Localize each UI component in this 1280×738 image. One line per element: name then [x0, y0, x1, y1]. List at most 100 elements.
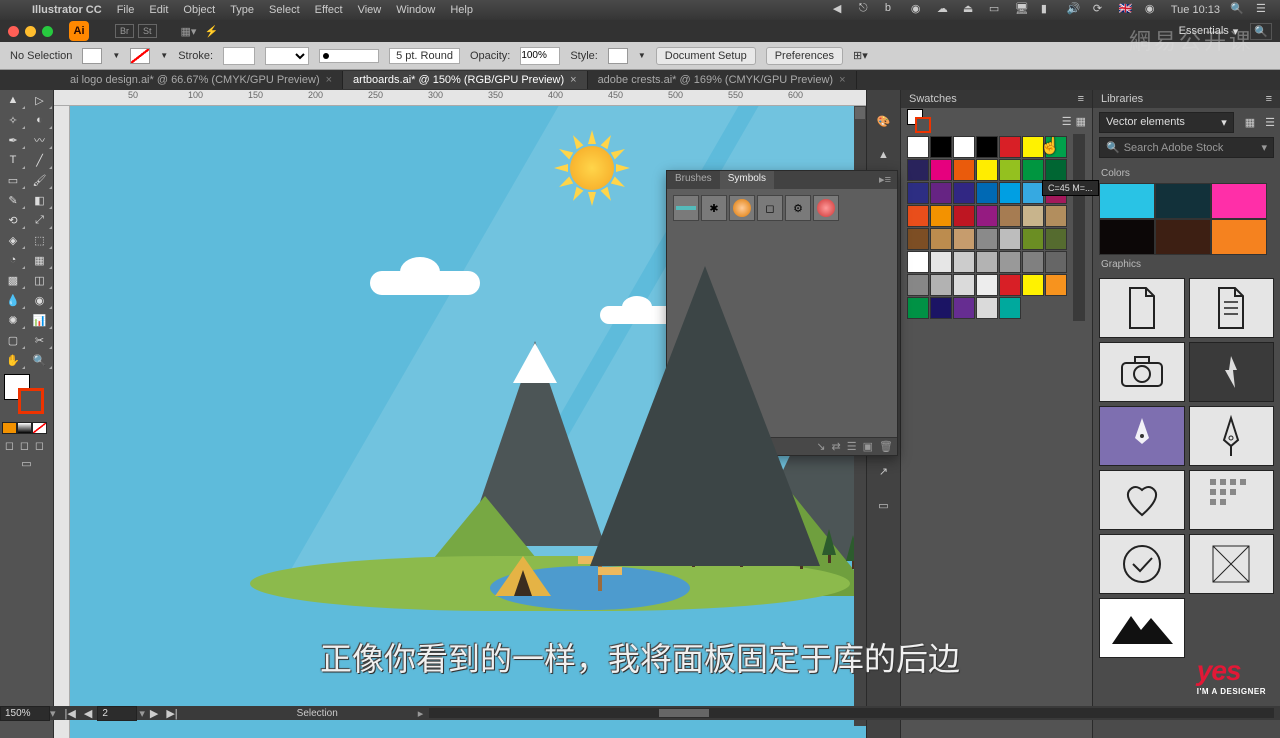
swatch-cell[interactable] — [953, 228, 975, 250]
panel-menu-icon[interactable]: ▸≡ — [873, 171, 897, 189]
swatch-cell[interactable] — [1022, 274, 1044, 296]
swatch-cell[interactable] — [907, 182, 929, 204]
menu-window[interactable]: Window — [396, 4, 435, 16]
swatch-cell[interactable] — [999, 297, 1021, 319]
bridge-icon[interactable]: Br — [115, 24, 134, 38]
lib-color-swatch[interactable] — [1211, 183, 1267, 219]
symbol-item[interactable]: ⚙ — [785, 195, 811, 221]
flag-icon[interactable]: 🇬🇧 — [1119, 2, 1135, 18]
symbol-options-icon[interactable]: ☰ — [847, 440, 857, 453]
color-guide-panel-icon[interactable]: ▲ — [873, 144, 895, 166]
screen-mode[interactable]: ▭ — [2, 456, 51, 470]
symbol-item[interactable]: ◻ — [757, 195, 783, 221]
stroke-weight-input[interactable] — [223, 47, 255, 65]
swatch-cell[interactable] — [930, 274, 952, 296]
swatch-cell[interactable] — [999, 274, 1021, 296]
lib-graphic-pen-outline[interactable] — [1189, 406, 1275, 466]
lasso-tool[interactable]: ◐ — [27, 110, 53, 130]
swatch-cell[interactable] — [976, 159, 998, 181]
symbol-item[interactable] — [673, 195, 699, 221]
swatch-cell[interactable] — [999, 182, 1021, 204]
stroke-profile-select[interactable] — [265, 47, 309, 65]
dropdown-icon[interactable]: ▼ — [638, 51, 646, 60]
fill-stroke-indicator[interactable] — [0, 370, 53, 420]
stock-search[interactable]: 🔍Search Adobe Stock▾ — [1099, 137, 1274, 158]
tray-icon[interactable]: ◉ — [911, 2, 927, 18]
cloud-graphic[interactable] — [370, 271, 480, 295]
menu-select[interactable]: Select — [269, 4, 300, 16]
doc-tab-1[interactable]: artboards.ai* @ 150% (RGB/GPU Preview)× — [343, 71, 588, 89]
swatch-cell[interactable] — [999, 251, 1021, 273]
swatch-cell[interactable] — [1022, 228, 1044, 250]
paintbrush-tool[interactable]: 🖌 — [27, 170, 53, 190]
tray-icon[interactable]: ▭ — [989, 2, 1005, 18]
lib-color-swatch[interactable] — [1099, 183, 1155, 219]
lib-graphic-check[interactable] — [1099, 534, 1185, 594]
symbols-tab[interactable]: Symbols — [720, 171, 774, 189]
menu-type[interactable]: Type — [230, 4, 254, 16]
tray-icon[interactable]: ⏏ — [963, 2, 979, 18]
arrange-icon[interactable]: ▦▾ — [181, 25, 197, 38]
swatch-cell[interactable] — [907, 159, 929, 181]
app-name[interactable]: Illustrator CC — [32, 4, 102, 16]
zoom-tool[interactable]: 🔍 — [27, 350, 53, 370]
lib-graphic-heart[interactable] — [1099, 470, 1185, 530]
grid-view-icon[interactable]: ▦ — [1076, 115, 1086, 128]
gradient-mode[interactable] — [17, 422, 32, 434]
lib-graphic-cross[interactable] — [1189, 534, 1275, 594]
width-tool[interactable]: ◈ — [0, 230, 26, 250]
spotlight-icon[interactable]: 🔍 — [1230, 2, 1246, 18]
asset-export-panel-icon[interactable]: ↗ — [873, 460, 895, 482]
display-icon[interactable]: 🖥 — [1015, 2, 1031, 18]
first-artboard-button[interactable]: |◀ — [62, 707, 79, 720]
lib-color-swatch[interactable] — [1155, 183, 1211, 219]
stroke-swatch[interactable] — [130, 48, 150, 64]
swatch-cell[interactable] — [1045, 228, 1067, 250]
lib-color-swatch[interactable] — [1155, 219, 1211, 255]
volume-icon[interactable]: 🔊 — [1067, 2, 1083, 18]
swatch-cell[interactable] — [1022, 251, 1044, 273]
fill-swatch[interactable] — [82, 48, 102, 64]
selection-tool[interactable]: ▲ — [0, 90, 26, 110]
eyedropper-tool[interactable]: 💧 — [0, 290, 26, 310]
break-link-icon[interactable]: ⇄ — [832, 440, 841, 453]
panel-menu-icon[interactable]: ≡ — [1266, 93, 1272, 105]
swatch-cell[interactable] — [930, 159, 952, 181]
menu-view[interactable]: View — [358, 4, 382, 16]
ruler-horizontal[interactable]: 50 100 150 200 250 300 350 400 450 500 5… — [54, 90, 866, 106]
swatch-cell[interactable] — [1022, 182, 1044, 204]
scale-tool[interactable]: ⤢ — [27, 210, 53, 230]
sun-graphic[interactable] — [570, 146, 614, 190]
direct-selection-tool[interactable]: ▷ — [27, 90, 53, 110]
preferences-button[interactable]: Preferences — [766, 47, 843, 65]
minimize-window[interactable] — [25, 26, 36, 37]
swatch-cell[interactable] — [953, 297, 975, 319]
panel-menu-icon[interactable]: ≡ — [1078, 93, 1084, 105]
ruler-vertical[interactable] — [54, 106, 70, 738]
brush-preset[interactable]: 5 pt. Round — [389, 48, 460, 64]
artboard-number-input[interactable] — [97, 706, 137, 721]
swatch-cell[interactable] — [1045, 251, 1067, 273]
lib-graphic-penlight[interactable] — [1189, 342, 1275, 402]
menu-effect[interactable]: Effect — [315, 4, 343, 16]
last-artboard-button[interactable]: ▶| — [163, 707, 180, 720]
swatch-cell[interactable] — [999, 228, 1021, 250]
swatch-cell[interactable] — [976, 297, 998, 319]
line-tool[interactable]: ╱ — [27, 150, 53, 170]
lib-graphic-mountain[interactable] — [1099, 598, 1185, 658]
rectangle-tool[interactable]: ▭ — [0, 170, 26, 190]
swatch-cell[interactable] — [930, 251, 952, 273]
rotate-tool[interactable]: ⟲ — [0, 210, 26, 230]
swatch-cell[interactable] — [1022, 159, 1044, 181]
lib-graphic-iconset[interactable] — [1189, 470, 1275, 530]
swatch-cell[interactable] — [907, 297, 929, 319]
swatch-cell[interactable] — [953, 274, 975, 296]
draw-behind[interactable]: ◻ — [17, 438, 32, 452]
close-icon[interactable]: × — [839, 74, 845, 86]
gradient-tool[interactable]: ◫ — [27, 270, 53, 290]
document-setup-button[interactable]: Document Setup — [656, 47, 756, 65]
symbol-item[interactable]: ✱ — [701, 195, 727, 221]
wifi-icon[interactable]: ◉ — [1145, 2, 1161, 18]
swatch-cell[interactable] — [976, 251, 998, 273]
battery-icon[interactable]: ▮ — [1041, 2, 1057, 18]
